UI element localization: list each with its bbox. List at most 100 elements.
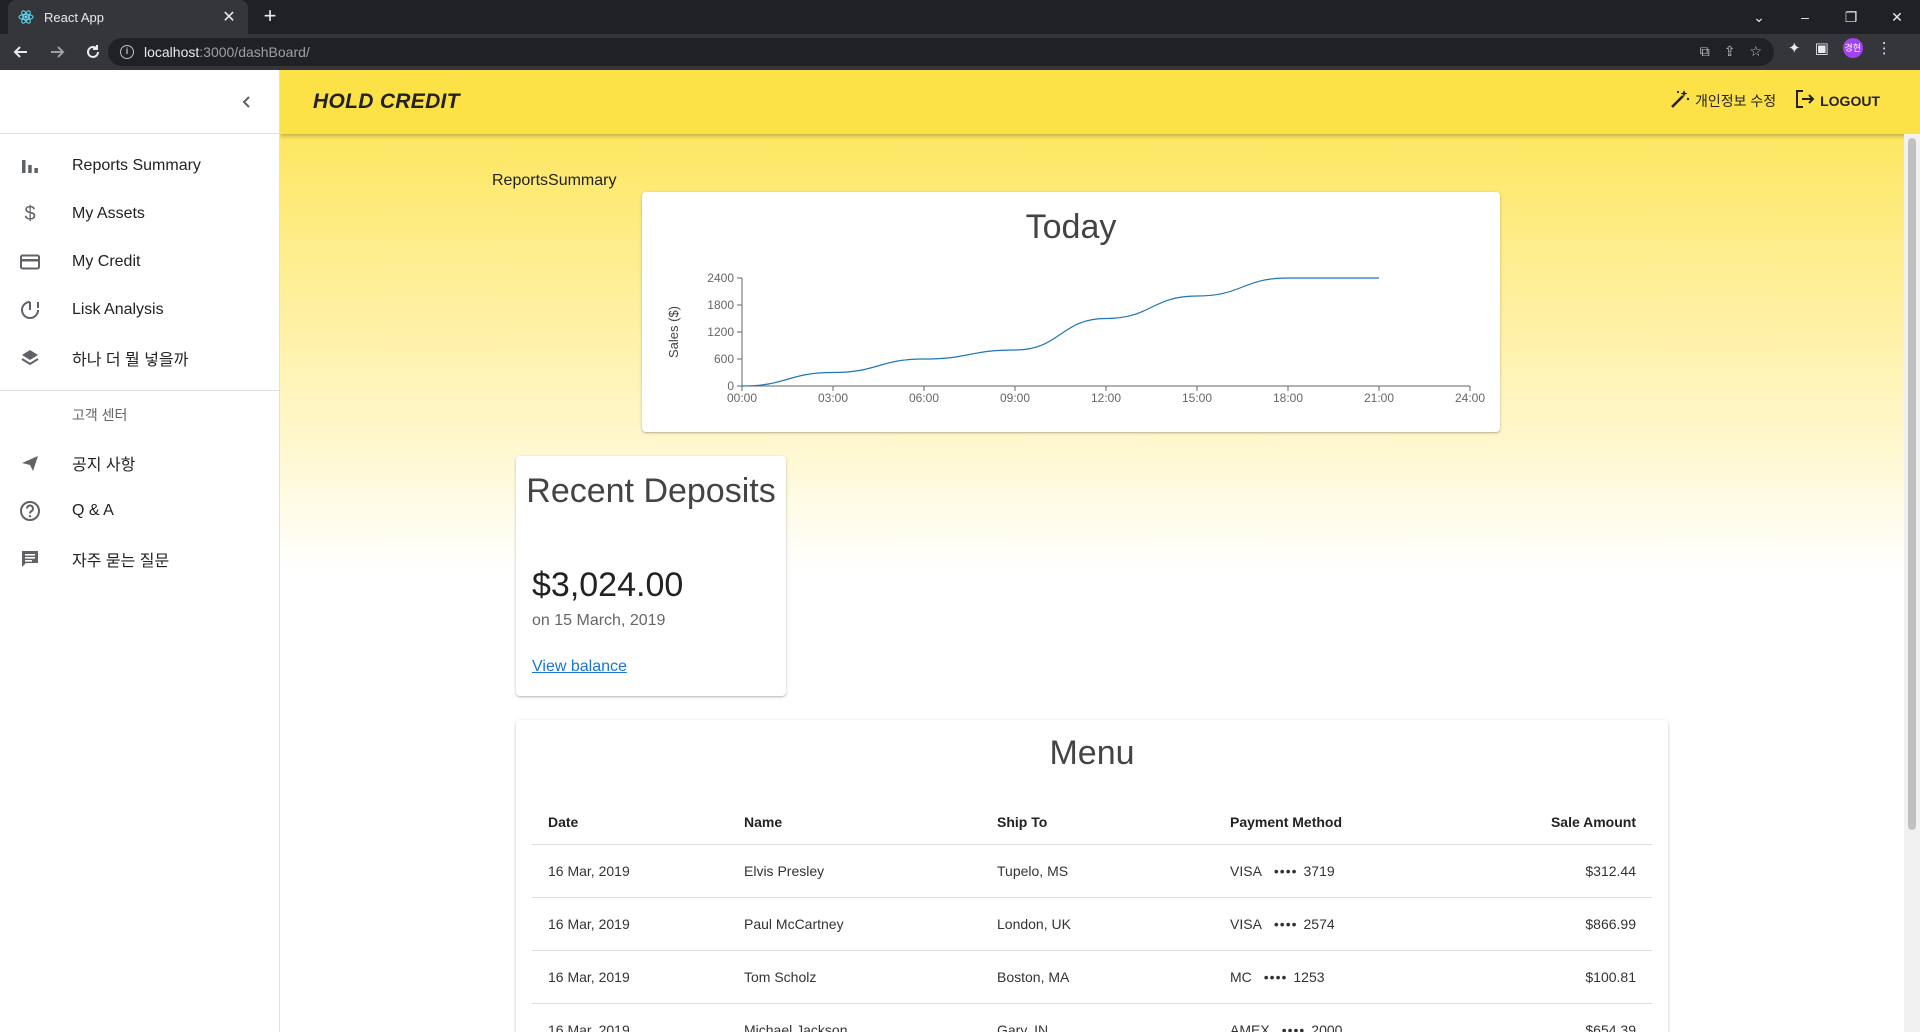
cell-payment-method: VISA •••• 3719 bbox=[1214, 844, 1474, 898]
bookmark-star-icon[interactable]: ☆ bbox=[1749, 43, 1762, 60]
orders-table: Date Name Ship To Payment Method Sale Am… bbox=[532, 800, 1652, 1032]
card-last4: 3719 bbox=[1303, 862, 1335, 879]
recent-deposits-card: Recent Deposits $3,024.00 on 15 March, 2… bbox=[516, 456, 786, 696]
cell-sale-amount: $100.81 bbox=[1474, 950, 1652, 1004]
sidebar-item-qna[interactable]: Q & A bbox=[0, 487, 279, 535]
bar-chart-icon bbox=[18, 154, 42, 178]
y-tick-label: 1800 bbox=[707, 298, 734, 312]
sidebar-item-label: My Credit bbox=[72, 253, 141, 270]
chat-icon bbox=[18, 547, 42, 571]
page-scrollbar[interactable] bbox=[1904, 134, 1920, 1032]
collapse-drawer-icon[interactable] bbox=[235, 90, 259, 114]
x-tick-label: 24:00 bbox=[1455, 391, 1485, 405]
y-tick-label: 1200 bbox=[707, 325, 734, 339]
new-tab-button[interactable]: + bbox=[258, 5, 282, 29]
sidebar: Reports Summary $ My Assets My Credit Li… bbox=[0, 70, 280, 1032]
table-row: 16 Mar, 2019 Michael Jackson Gary, IN AM… bbox=[532, 1003, 1652, 1032]
card-last4: 2000 bbox=[1311, 1021, 1343, 1032]
logout-button[interactable]: LOGOUT bbox=[1794, 88, 1880, 113]
deposit-amount: $3,024.00 bbox=[532, 566, 684, 604]
cell-name: Paul McCartney bbox=[728, 897, 981, 951]
edit-profile-button[interactable]: 개인정보 수정 bbox=[1669, 88, 1776, 113]
tab-title: React App bbox=[44, 9, 104, 25]
sales-line-chart: 00:00 03:00 06:00 09:00 12:00 15:00 18:00 21:00… bbox=[666, 271, 1485, 405]
layers-icon bbox=[18, 346, 42, 370]
share-icon[interactable]: ⇪ bbox=[1724, 43, 1736, 60]
view-balance-link[interactable]: View balance bbox=[532, 658, 627, 676]
column-header-name: Name bbox=[728, 800, 981, 845]
column-header-payment-method: Payment Method bbox=[1214, 800, 1474, 845]
url-host: localhost bbox=[144, 44, 200, 60]
send-icon bbox=[18, 451, 42, 475]
orders-title: Menu bbox=[1049, 734, 1135, 772]
app-root: Reports Summary $ My Assets My Credit Li… bbox=[0, 70, 1920, 1032]
site-info-icon[interactable]: i bbox=[120, 45, 134, 59]
table-row: 16 Mar, 2019 Elvis Presley Tupelo, MS VI… bbox=[532, 844, 1652, 898]
minimize-button[interactable]: – bbox=[1782, 9, 1828, 25]
table-row: 16 Mar, 2019 Tom Scholz Boston, MA MC •••… bbox=[532, 950, 1652, 1004]
main-nav: Reports Summary $ My Assets My Credit Li… bbox=[0, 134, 279, 382]
restore-button[interactable]: ❐ bbox=[1828, 9, 1874, 26]
side-panel-icon[interactable]: ▣ bbox=[1815, 39, 1829, 57]
reload-button[interactable] bbox=[78, 37, 108, 67]
sidebar-item-label: Q & A bbox=[72, 502, 114, 519]
tab-search-icon[interactable]: ⌄ bbox=[1736, 9, 1782, 26]
cell-name: Tom Scholz bbox=[728, 950, 981, 1004]
forward-button[interactable] bbox=[42, 37, 72, 67]
sidebar-item-label: My Assets bbox=[72, 205, 145, 222]
edit-profile-label: 개인정보 수정 bbox=[1694, 92, 1777, 109]
card-brand: VISA bbox=[1230, 915, 1262, 932]
close-window-button[interactable]: ✕ bbox=[1874, 9, 1920, 26]
masked-dots: •••• bbox=[1281, 1021, 1306, 1032]
card-brand: MC bbox=[1230, 968, 1252, 985]
x-tick-label: 00:00 bbox=[727, 391, 757, 405]
x-tick-label: 09:00 bbox=[1000, 391, 1030, 405]
cell-date: 16 Mar, 2019 bbox=[532, 844, 728, 898]
card-last4: 2574 bbox=[1303, 915, 1335, 932]
sidebar-item-lisk-analysis[interactable]: Lisk Analysis bbox=[0, 286, 279, 334]
open-in-app-icon[interactable]: ⧉ bbox=[1700, 43, 1710, 60]
x-tick-label: 15:00 bbox=[1182, 391, 1212, 405]
help-icon bbox=[18, 499, 42, 523]
profile-avatar[interactable]: 경현 bbox=[1842, 38, 1863, 58]
today-chart-card: Today 00:00 03:00 06:00 09:00 12:00 15:00 18:0… bbox=[642, 192, 1500, 432]
sidebar-item-my-credit[interactable]: My Credit bbox=[0, 238, 279, 286]
logout-icon bbox=[1794, 88, 1816, 113]
x-tick-label: 06:00 bbox=[909, 391, 939, 405]
sidebar-subheader: 고객 센터 bbox=[72, 407, 128, 423]
cell-date: 16 Mar, 2019 bbox=[532, 950, 728, 1004]
address-bar[interactable]: i localhost:3000/dashBoard/ ⧉ ⇪ ☆ bbox=[108, 38, 1774, 66]
extensions-puzzle-icon[interactable]: ✦ bbox=[1788, 39, 1801, 57]
sidebar-item-label: 하나 더 뭘 넣을까 bbox=[72, 352, 189, 369]
chart-y-axis-label: Sales ($) bbox=[666, 306, 681, 358]
sidebar-item-label: Reports Summary bbox=[72, 157, 201, 174]
cell-payment-method: AMEX •••• 2000 bbox=[1214, 1003, 1474, 1032]
card-last4: 1253 bbox=[1293, 968, 1325, 985]
column-header-date: Date bbox=[532, 800, 728, 845]
sidebar-item-label: 공지 사항 bbox=[72, 457, 136, 474]
close-tab-icon[interactable]: ✕ bbox=[220, 7, 238, 27]
sidebar-item-reports-summary[interactable]: Reports Summary bbox=[0, 142, 279, 190]
masked-dots: •••• bbox=[1273, 862, 1298, 879]
analysis-icon bbox=[18, 298, 42, 322]
scrollbar-thumb[interactable] bbox=[1908, 138, 1916, 830]
sidebar-item-extra[interactable]: 하나 더 뭘 넣을까 bbox=[0, 334, 279, 382]
cell-name: Michael Jackson bbox=[728, 1003, 981, 1032]
url-path: :3000/dashBoard/ bbox=[199, 44, 310, 60]
sidebar-item-my-assets[interactable]: $ My Assets bbox=[0, 190, 279, 238]
cell-ship-to: London, UK bbox=[981, 897, 1214, 951]
window-controls: ⌄ – ❐ ✕ bbox=[1736, 0, 1920, 34]
sidebar-item-notices[interactable]: 공지 사항 bbox=[0, 439, 279, 487]
x-tick-label: 18:00 bbox=[1273, 391, 1303, 405]
x-tick-label: 12:00 bbox=[1091, 391, 1121, 405]
extension-area: ✦ ▣ 경현 ⋮ bbox=[1788, 38, 1892, 58]
browser-tab[interactable]: React App ✕ bbox=[8, 0, 248, 34]
brand-title: HOLD CREDIT bbox=[313, 90, 460, 113]
cell-ship-to: Boston, MA bbox=[981, 950, 1214, 1004]
back-button[interactable] bbox=[6, 37, 36, 67]
browser-menu-icon[interactable]: ⋮ bbox=[1877, 39, 1892, 57]
sidebar-item-label: 자주 묻는 질문 bbox=[72, 553, 170, 570]
react-logo-icon bbox=[18, 9, 34, 25]
cell-payment-method: VISA •••• 2574 bbox=[1214, 897, 1474, 951]
sidebar-item-faq[interactable]: 자주 묻는 질문 bbox=[0, 535, 279, 583]
